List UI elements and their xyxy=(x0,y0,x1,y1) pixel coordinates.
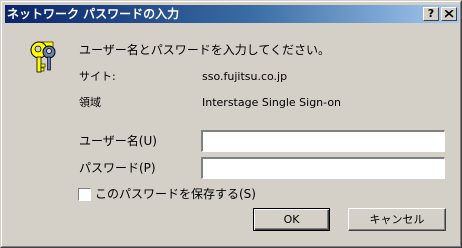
site-value: sso.fujitsu.co.jp xyxy=(202,70,288,83)
password-input[interactable] xyxy=(201,157,445,179)
save-password-checkbox[interactable] xyxy=(78,188,91,201)
username-input[interactable] xyxy=(201,130,445,152)
close-icon xyxy=(445,10,454,18)
site-label: サイト: xyxy=(79,70,116,83)
key-icon xyxy=(30,41,56,73)
prompt-text: ユーザー名とパスワードを入力してください。 xyxy=(79,43,331,57)
cancel-button[interactable]: キャンセル xyxy=(348,208,446,231)
close-button[interactable] xyxy=(441,7,457,21)
realm-label: 領域 xyxy=(79,96,101,109)
password-label: パスワード(P) xyxy=(79,161,156,175)
realm-value: Interstage Single Sign-on xyxy=(202,96,342,109)
save-password-label[interactable]: このパスワードを保存する(S) xyxy=(95,187,256,201)
window-title: ネットワーク パスワードの入力 xyxy=(7,7,180,21)
dialog-window: ネットワーク パスワードの入力 ? ユーザー名とパスワードを入力してください。 … xyxy=(0,0,462,248)
help-button[interactable]: ? xyxy=(423,7,439,21)
title-bar[interactable]: ネットワーク パスワードの入力 ? xyxy=(5,5,459,23)
username-label: ユーザー名(U) xyxy=(79,134,157,148)
ok-button[interactable]: OK xyxy=(253,208,330,231)
dialog-frame: ネットワーク パスワードの入力 ? ユーザー名とパスワードを入力してください。 … xyxy=(1,1,461,247)
